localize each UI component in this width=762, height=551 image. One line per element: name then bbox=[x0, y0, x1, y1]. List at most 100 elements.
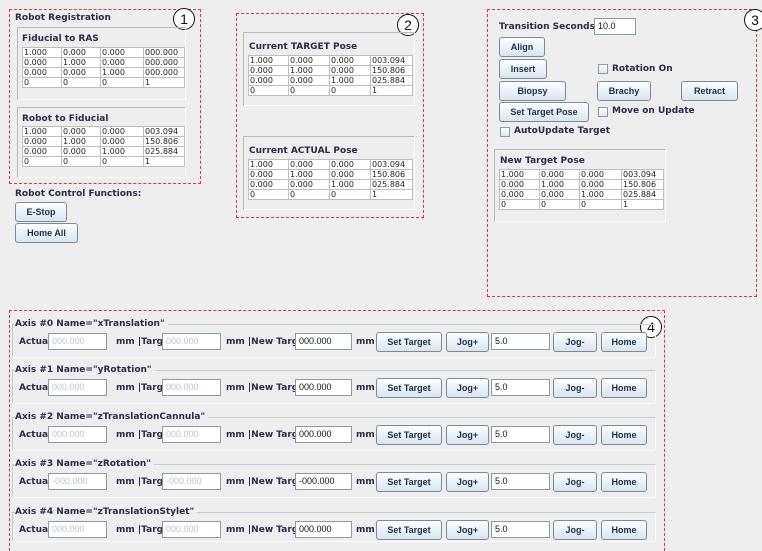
axis-home-button[interactable]: Home bbox=[601, 378, 647, 398]
transition-seconds-input[interactable]: 10.0 bbox=[594, 18, 636, 35]
matrix-cell[interactable]: 003.094 bbox=[370, 159, 413, 170]
home-all-button[interactable]: Home All bbox=[15, 223, 78, 243]
axis-set-target-button[interactable]: Set Target bbox=[376, 332, 442, 352]
axis-set-target-button[interactable]: Set Target bbox=[376, 520, 442, 540]
axis-jog-step-input[interactable]: 5.0 bbox=[491, 379, 550, 396]
axis-jog-minus-button[interactable]: Jog- bbox=[553, 472, 597, 492]
matrix-cell[interactable]: 1.000 bbox=[61, 136, 101, 147]
matrix-cell[interactable]: 0 bbox=[329, 189, 371, 200]
matrix-cell[interactable]: 0.000 bbox=[100, 47, 144, 58]
matrix-cell[interactable]: 003.094 bbox=[143, 126, 185, 137]
matrix-cell[interactable]: 0.000 bbox=[248, 179, 289, 190]
matrix-cell[interactable]: 1.000 bbox=[248, 55, 289, 66]
matrix-cell[interactable]: 1 bbox=[370, 85, 413, 96]
matrix-cell[interactable]: 025.884 bbox=[621, 189, 664, 200]
axis-home-button[interactable]: Home bbox=[601, 332, 647, 352]
matrix-cell[interactable]: 1.000 bbox=[22, 126, 62, 137]
matrix-cell[interactable]: 0.000 bbox=[539, 169, 580, 180]
axis-new-target-input[interactable]: 000.000 bbox=[295, 426, 352, 443]
axis-jog-plus-button[interactable]: Jog+ bbox=[446, 378, 489, 398]
matrix-cell[interactable]: 0.000 bbox=[288, 159, 330, 170]
matrix-cell[interactable]: 0.000 bbox=[61, 67, 101, 78]
matrix-cell[interactable]: 1.000 bbox=[329, 75, 371, 86]
matrix-cell[interactable]: 0 bbox=[288, 189, 330, 200]
matrix-cell[interactable]: 025.884 bbox=[143, 146, 185, 157]
axis-jog-plus-button[interactable]: Jog+ bbox=[446, 520, 489, 540]
matrix-cell[interactable]: 0 bbox=[22, 156, 62, 167]
matrix-cell[interactable]: 1 bbox=[621, 199, 664, 210]
matrix-cell[interactable]: 0.000 bbox=[499, 179, 540, 190]
matrix-cell[interactable]: 1.000 bbox=[22, 47, 62, 58]
matrix-cell[interactable]: 0 bbox=[248, 189, 289, 200]
matrix-cell[interactable]: 0.000 bbox=[22, 57, 62, 68]
brachy-button[interactable]: Brachy bbox=[597, 81, 651, 101]
matrix-cell[interactable]: 0 bbox=[61, 77, 101, 88]
axis-set-target-button[interactable]: Set Target bbox=[376, 378, 442, 398]
axis-set-target-button[interactable]: Set Target bbox=[376, 472, 442, 492]
matrix-cell[interactable]: 0.000 bbox=[61, 126, 101, 137]
axis-jog-step-input[interactable]: 5.0 bbox=[491, 521, 550, 538]
matrix-cell[interactable]: 0.000 bbox=[61, 47, 101, 58]
axis-home-button[interactable]: Home bbox=[601, 520, 647, 540]
matrix-cell[interactable]: 0.000 bbox=[22, 67, 62, 78]
retract-button[interactable]: Retract bbox=[681, 81, 738, 101]
matrix-cell[interactable]: 1.000 bbox=[100, 67, 144, 78]
axis-new-target-input[interactable]: 000.000 bbox=[295, 521, 352, 538]
axis-jog-step-input[interactable]: 5.0 bbox=[491, 333, 550, 350]
matrix-cell[interactable]: 0.000 bbox=[100, 136, 144, 147]
matrix-cell[interactable]: 0.000 bbox=[579, 179, 622, 190]
matrix-cell[interactable]: 0 bbox=[539, 199, 580, 210]
axis-home-button[interactable]: Home bbox=[601, 472, 647, 492]
matrix-cell[interactable]: 1.000 bbox=[499, 169, 540, 180]
matrix-cell[interactable]: 1 bbox=[143, 156, 185, 167]
matrix-cell[interactable]: 000.000 bbox=[143, 47, 185, 58]
matrix-cell[interactable]: 0.000 bbox=[539, 189, 580, 200]
estop-button[interactable]: E-Stop bbox=[15, 202, 67, 222]
axis-home-button[interactable]: Home bbox=[601, 425, 647, 445]
matrix-cell[interactable]: 1.000 bbox=[329, 179, 371, 190]
insert-button[interactable]: Insert bbox=[499, 59, 547, 79]
matrix-cell[interactable]: 1 bbox=[370, 189, 413, 200]
matrix-cell[interactable]: 0 bbox=[61, 156, 101, 167]
matrix-cell[interactable]: 1.000 bbox=[539, 179, 580, 190]
matrix-cell[interactable]: 0 bbox=[22, 77, 62, 88]
matrix-cell[interactable]: 1.000 bbox=[100, 146, 144, 157]
matrix-cell[interactable]: 0.000 bbox=[22, 136, 62, 147]
matrix-cell[interactable]: 003.094 bbox=[621, 169, 664, 180]
matrix-cell[interactable]: 0.000 bbox=[329, 65, 371, 76]
matrix-cell[interactable]: 025.884 bbox=[370, 179, 413, 190]
matrix-cell[interactable]: 0 bbox=[100, 77, 144, 88]
axis-new-target-input[interactable]: 000.000 bbox=[295, 379, 352, 396]
matrix-cell[interactable]: 0 bbox=[100, 156, 144, 167]
matrix-cell[interactable]: 0 bbox=[329, 85, 371, 96]
matrix-cell[interactable]: 0 bbox=[288, 85, 330, 96]
matrix-cell[interactable]: 0.000 bbox=[288, 75, 330, 86]
matrix-cell[interactable]: 000.000 bbox=[143, 57, 185, 68]
matrix-cell[interactable]: 150.806 bbox=[143, 136, 185, 147]
biopsy-button[interactable]: Biopsy bbox=[499, 81, 566, 101]
matrix-cell[interactable]: 0.000 bbox=[329, 159, 371, 170]
matrix-cell[interactable]: 025.884 bbox=[370, 75, 413, 86]
axis-new-target-input[interactable]: -000.000 bbox=[295, 473, 352, 490]
matrix-cell[interactable]: 1.000 bbox=[248, 159, 289, 170]
matrix-cell[interactable]: 0.000 bbox=[288, 179, 330, 190]
align-button[interactable]: Align bbox=[499, 37, 545, 57]
rotation-on-checkbox[interactable] bbox=[598, 64, 608, 74]
set-target-pose-button[interactable]: Set Target Pose bbox=[499, 102, 589, 122]
axis-jog-step-input[interactable]: 5.0 bbox=[491, 426, 550, 443]
matrix-cell[interactable]: 0.000 bbox=[248, 169, 289, 180]
axis-jog-plus-button[interactable]: Jog+ bbox=[446, 472, 489, 492]
axis-jog-minus-button[interactable]: Jog- bbox=[553, 520, 597, 540]
move-on-update-checkbox[interactable] bbox=[598, 107, 608, 117]
matrix-cell[interactable]: 0 bbox=[499, 199, 540, 210]
matrix-cell[interactable]: 0.000 bbox=[248, 65, 289, 76]
matrix-cell[interactable]: 150.806 bbox=[370, 169, 413, 180]
axis-jog-minus-button[interactable]: Jog- bbox=[553, 425, 597, 445]
matrix-cell[interactable]: 1.000 bbox=[288, 169, 330, 180]
matrix-cell[interactable]: 0.000 bbox=[22, 146, 62, 157]
matrix-cell[interactable]: 1.000 bbox=[579, 189, 622, 200]
matrix-cell[interactable]: 1.000 bbox=[61, 57, 101, 68]
matrix-cell[interactable]: 0.000 bbox=[100, 126, 144, 137]
axis-jog-minus-button[interactable]: Jog- bbox=[553, 332, 597, 352]
matrix-cell[interactable]: 0.000 bbox=[100, 57, 144, 68]
